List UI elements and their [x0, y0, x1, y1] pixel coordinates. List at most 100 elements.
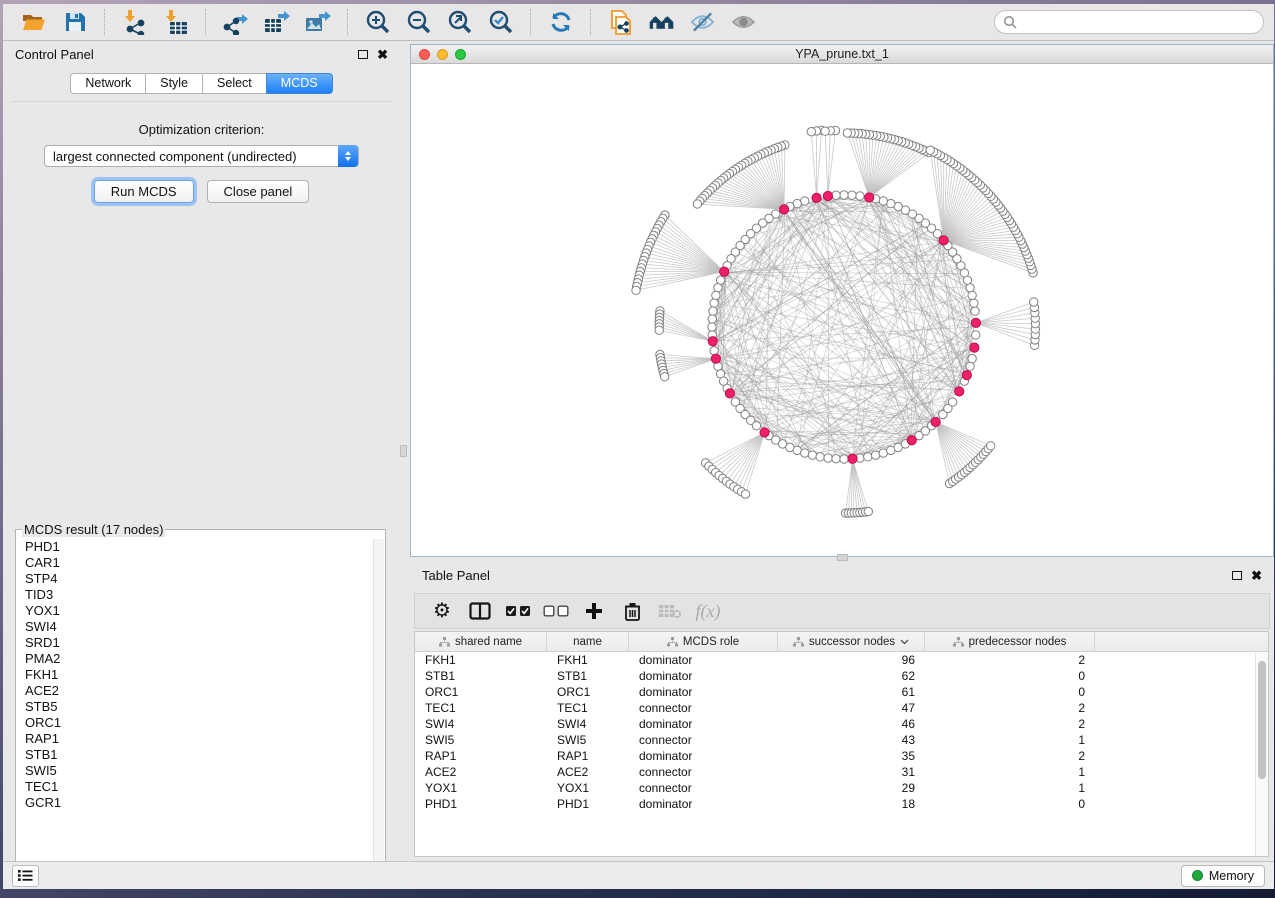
table-row[interactable]: TEC1TEC1connector472 — [415, 700, 1268, 716]
column-header-MCDS-role[interactable]: MCDS role — [629, 632, 778, 651]
table-row[interactable]: RAP1RAP1dominator352 — [415, 748, 1268, 764]
table-options-icon[interactable]: ⚙ — [427, 597, 457, 625]
mcds-result-item[interactable]: SWI5 — [17, 763, 373, 779]
graph-node[interactable] — [714, 284, 722, 292]
zoom-out-icon[interactable] — [405, 9, 432, 36]
graph-node[interactable] — [708, 315, 716, 323]
tab-network[interactable]: Network — [70, 73, 146, 94]
show-all-icon[interactable] — [730, 9, 757, 36]
mcds-result-item[interactable]: TID3 — [17, 587, 373, 603]
table-row[interactable]: SWI4SWI4dominator462 — [415, 716, 1268, 732]
graph-node[interactable] — [840, 455, 848, 463]
graph-node[interactable] — [840, 191, 848, 199]
graph-node[interactable] — [864, 453, 872, 461]
mcds-result-item[interactable]: FKH1 — [17, 667, 373, 683]
graph-hub-node[interactable] — [779, 205, 788, 214]
graph-node[interactable] — [968, 291, 976, 299]
optimization-select[interactable]: largest connected component (undirected) — [44, 145, 359, 167]
float-panel-icon[interactable] — [358, 50, 368, 59]
refresh-icon[interactable] — [547, 9, 574, 36]
search-input[interactable] — [1022, 15, 1255, 29]
graph-node[interactable] — [660, 373, 668, 381]
graph-node[interactable] — [832, 191, 840, 199]
graph-node[interactable] — [968, 354, 976, 362]
hide-selected-icon[interactable] — [689, 9, 716, 36]
graph-hub-node[interactable] — [848, 454, 857, 463]
graph-node[interactable] — [821, 127, 829, 135]
graph-node[interactable] — [856, 192, 864, 200]
graph-node[interactable] — [693, 200, 701, 208]
graph-hub-node[interactable] — [971, 318, 980, 327]
deselect-all-check-icon[interactable] — [541, 597, 571, 625]
scrollbar-thumb[interactable] — [1258, 661, 1266, 779]
mcds-result-item[interactable]: ORC1 — [17, 715, 373, 731]
graph-hub-node[interactable] — [962, 371, 971, 380]
graph-hub-node[interactable] — [720, 267, 729, 276]
clone-network-icon[interactable] — [607, 9, 634, 36]
network-graph[interactable] — [411, 64, 1273, 556]
graph-node[interactable] — [752, 422, 760, 430]
column-header-successor-nodes[interactable]: successor nodes — [778, 632, 925, 651]
mcds-list-scrollbar[interactable] — [373, 539, 384, 865]
export-image-icon[interactable] — [304, 9, 331, 36]
graph-hub-node[interactable] — [955, 387, 964, 396]
graph-node[interactable] — [871, 451, 879, 459]
mcds-result-item[interactable]: SWI4 — [17, 619, 373, 635]
graph-node[interactable] — [710, 299, 718, 307]
graph-hub-node[interactable] — [970, 343, 979, 352]
graph-node[interactable] — [808, 451, 816, 459]
open-file-icon[interactable] — [20, 9, 47, 36]
tab-style[interactable]: Style — [145, 73, 203, 94]
zoom-selected-icon[interactable] — [487, 9, 514, 36]
import-table-icon[interactable] — [162, 9, 189, 36]
import-network-icon[interactable] — [121, 9, 148, 36]
graph-node[interactable] — [712, 291, 720, 299]
mcds-result-item[interactable]: TEC1 — [17, 779, 373, 795]
table-row[interactable]: YOX1YOX1connector291 — [415, 780, 1268, 796]
graph-hub-node[interactable] — [812, 193, 821, 202]
mcds-result-item[interactable]: GCR1 — [17, 795, 373, 811]
graph-hub-node[interactable] — [907, 436, 916, 445]
close-table-panel-icon[interactable]: ✖ — [1251, 569, 1262, 582]
graph-node[interactable] — [832, 455, 840, 463]
graph-node[interactable] — [970, 299, 978, 307]
column-header-shared-name[interactable]: shared name — [415, 632, 547, 651]
graph-node[interactable] — [864, 507, 872, 515]
close-panel-icon[interactable]: ✖ — [377, 48, 388, 61]
tab-select[interactable]: Select — [202, 73, 267, 94]
network-window-titlebar[interactable]: YPA_prune.txt_1 — [411, 45, 1273, 64]
zoom-in-icon[interactable] — [364, 9, 391, 36]
graph-node[interactable] — [709, 307, 717, 315]
mcds-result-item[interactable]: SRD1 — [17, 635, 373, 651]
column-header-name[interactable]: name — [547, 632, 629, 651]
graph-node[interactable] — [843, 129, 851, 137]
graph-node[interactable] — [824, 454, 832, 462]
add-column-icon[interactable] — [579, 597, 609, 625]
graph-hub-node[interactable] — [865, 193, 874, 202]
graph-node[interactable] — [741, 490, 749, 498]
mcds-result-item[interactable]: CAR1 — [17, 555, 373, 571]
memory-button[interactable]: Memory — [1181, 865, 1265, 887]
column-selector-icon[interactable] — [465, 597, 495, 625]
vertical-splitter[interactable] — [400, 41, 407, 889]
graph-hub-node[interactable] — [760, 428, 769, 437]
table-scrollbar[interactable] — [1255, 653, 1268, 856]
graph-hub-node[interactable] — [725, 389, 734, 398]
select-all-check-icon[interactable] — [503, 597, 533, 625]
graph-hub-node[interactable] — [931, 417, 940, 426]
mcds-result-item[interactable]: RAP1 — [17, 731, 373, 747]
zoom-fit-icon[interactable] — [446, 9, 473, 36]
graph-node[interactable] — [807, 128, 815, 136]
graph-node[interactable] — [848, 191, 856, 199]
table-row[interactable]: SWI5SWI5connector431 — [415, 732, 1268, 748]
graph-node[interactable] — [1030, 298, 1038, 306]
save-icon[interactable] — [61, 9, 88, 36]
graph-node[interactable] — [710, 347, 718, 355]
network-canvas[interactable] — [411, 64, 1273, 556]
float-table-panel-icon[interactable] — [1232, 571, 1242, 580]
table-row[interactable]: ORC1ORC1dominator610 — [415, 684, 1268, 700]
export-table-icon[interactable] — [263, 9, 290, 36]
close-panel-button[interactable]: Close panel — [207, 180, 310, 203]
graph-node[interactable] — [708, 323, 716, 331]
horizontal-splitter-grip[interactable] — [837, 554, 848, 561]
